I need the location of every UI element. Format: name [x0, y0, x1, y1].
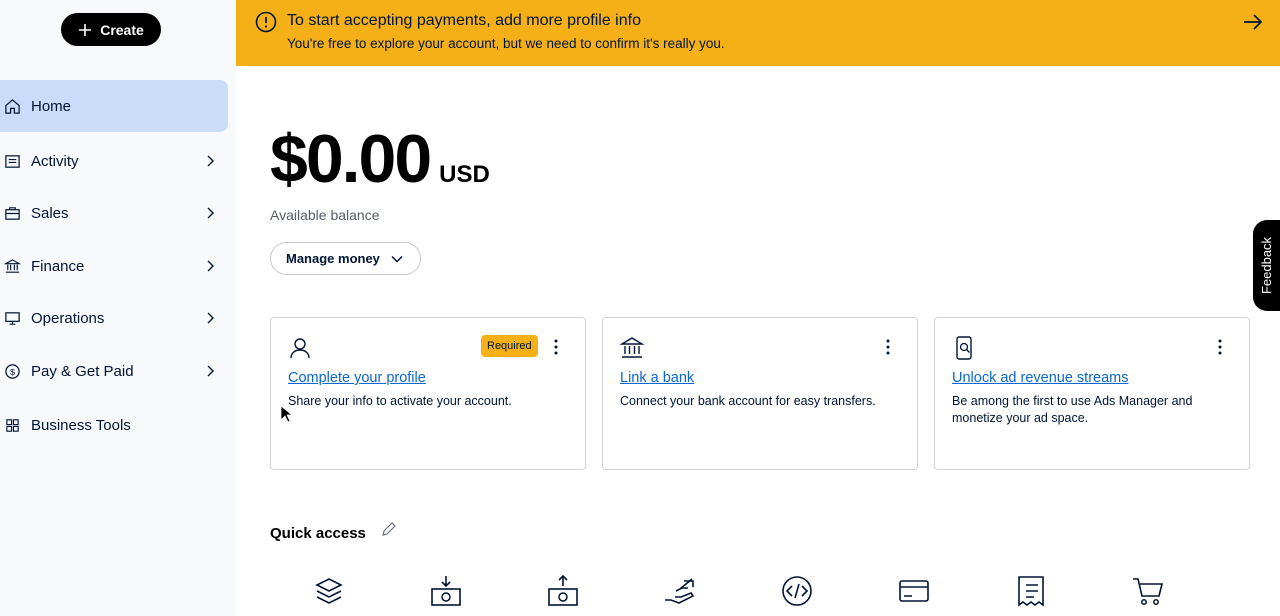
svg-text:$: $ [10, 366, 15, 376]
sidebar-item-pay-get-paid[interactable]: $ Pay & Get Paid [0, 345, 228, 397]
home-icon [3, 97, 21, 115]
banner-subtitle: You're free to explore your account, but… [287, 36, 725, 51]
activity-icon [3, 152, 21, 170]
create-button[interactable]: Create [61, 13, 161, 46]
card-description: Connect your bank account for easy trans… [620, 394, 876, 408]
briefcase-icon [3, 204, 21, 222]
profile-alert-banner[interactable]: To start accepting payments, add more pr… [236, 0, 1280, 66]
sidebar-item-operations[interactable]: Operations [0, 292, 228, 344]
card-description: Be among the first to use Ads Manager an… [952, 394, 1193, 425]
chevron-right-icon [207, 312, 214, 324]
chevron-right-icon [207, 207, 214, 219]
pencil-icon[interactable] [380, 521, 397, 538]
manage-money-button[interactable]: Manage money [270, 242, 421, 275]
balance-display: $0.00 USD [270, 120, 490, 198]
link-bank-link[interactable]: Link a bank [620, 370, 694, 386]
sidebar-item-label: Pay & Get Paid [31, 362, 134, 380]
bank-icon [620, 337, 644, 358]
card-link-bank: Link a bank Connect your bank account fo… [602, 317, 918, 470]
layers-icon[interactable] [311, 573, 347, 609]
hand-send-icon[interactable] [662, 573, 698, 609]
cash-out-icon[interactable] [545, 573, 581, 609]
person-icon [290, 338, 310, 359]
balance-amount: $0.00 [270, 121, 432, 197]
dollar-cycle-icon: $ [3, 362, 21, 380]
chevron-right-icon [207, 260, 214, 272]
complete-profile-link[interactable]: Complete your profile [288, 370, 426, 386]
sidebar-item-sales[interactable]: Sales [0, 187, 228, 239]
manage-money-label: Manage money [286, 251, 380, 266]
sidebar-item-label: Operations [31, 309, 105, 327]
sidebar-item-label: Home [31, 97, 72, 115]
grid-icon [3, 416, 21, 434]
chevron-right-icon [207, 365, 214, 377]
alert-circle-icon [255, 11, 277, 33]
sidebar-item-activity[interactable]: Activity [0, 135, 228, 187]
card-ad-revenue: Unlock ad revenue streams Be among the f… [934, 317, 1250, 470]
balance-currency: USD [439, 161, 490, 188]
unlock-ad-revenue-link[interactable]: Unlock ad revenue streams [952, 370, 1129, 386]
app-root: Create Home Activity Sales Finance Opera… [0, 0, 1280, 616]
code-icon[interactable] [779, 573, 815, 609]
sidebar-item-finance[interactable]: Finance [0, 240, 228, 292]
sidebar-item-home[interactable]: Home [0, 80, 228, 132]
cart-icon[interactable] [1130, 573, 1166, 609]
sidebar-item-label: Activity [31, 152, 79, 170]
sidebar: Create Home Activity Sales Finance Opera… [0, 0, 236, 616]
chevron-right-icon [207, 155, 214, 167]
card-description: Share your info to activate your account… [288, 394, 512, 408]
sidebar-item-label: Sales [31, 204, 69, 222]
sidebar-item-business-tools[interactable]: Business Tools [0, 399, 228, 451]
feedback-label: Feedback [1259, 236, 1274, 295]
chevron-down-icon [391, 255, 403, 263]
balance-label: Available balance [270, 207, 380, 223]
more-vertical-icon[interactable] [1211, 338, 1229, 356]
quick-access-title: Quick access [270, 525, 366, 542]
sidebar-item-label: Business Tools [31, 416, 131, 434]
cash-in-icon[interactable] [428, 573, 464, 609]
plus-icon [79, 23, 92, 36]
banner-title: To start accepting payments, add more pr… [287, 12, 641, 29]
monitor-icon [3, 309, 21, 327]
create-button-label: Create [100, 21, 144, 38]
phone-search-icon [956, 336, 972, 360]
more-vertical-icon[interactable] [879, 338, 897, 356]
card-icon[interactable] [896, 573, 932, 609]
feedback-tab[interactable]: Feedback [1253, 220, 1280, 311]
arrow-right-icon[interactable] [1242, 12, 1264, 32]
required-badge: Required [481, 335, 538, 357]
mouse-cursor-icon [280, 405, 292, 423]
bank-icon [3, 257, 21, 275]
invoice-icon[interactable] [1013, 573, 1049, 609]
more-vertical-icon[interactable] [547, 338, 565, 356]
card-complete-profile: Required Complete your profile Share you… [270, 317, 586, 470]
sidebar-item-label: Finance [31, 257, 85, 275]
